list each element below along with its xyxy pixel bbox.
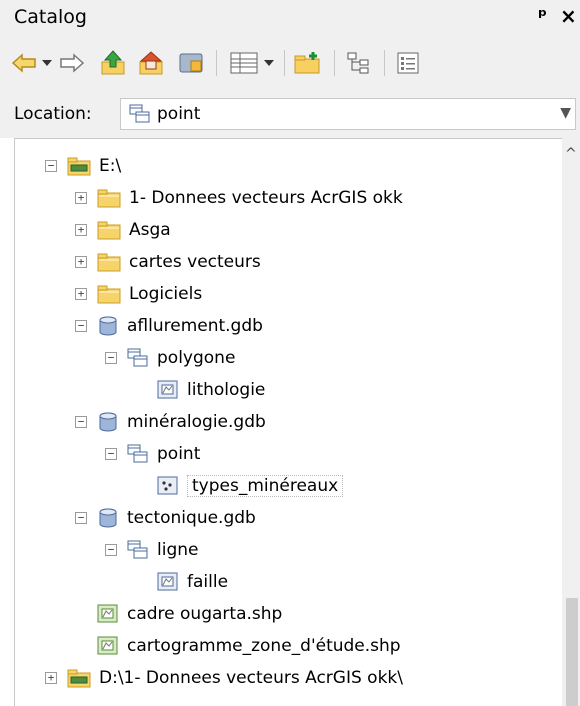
polygon-feature-class-icon: [157, 572, 179, 592]
tree-node[interactable]: types_minéreaux: [157, 471, 344, 501]
scroll-up-icon[interactable]: ^: [565, 146, 577, 162]
tree-node-label: polygone: [157, 348, 236, 368]
tree-node[interactable]: lithologie: [157, 375, 265, 405]
tree-node-label: point: [157, 444, 201, 464]
pin-icon[interactable]: ᵖ: [538, 5, 547, 27]
tree-node-label: E:\: [99, 156, 122, 176]
collapse-icon[interactable]: −: [105, 352, 117, 364]
tree-node[interactable]: − polygone: [105, 343, 235, 373]
tree-node-label: Logiciels: [129, 284, 203, 304]
catalog-toolbar: [0, 36, 580, 90]
tree-node-label: 1- Donnees vecteurs AcrGIS okk: [129, 188, 403, 208]
toolbar-separator: [384, 50, 385, 76]
point-feature-class-icon: [157, 476, 179, 496]
collapse-icon[interactable]: −: [75, 416, 87, 428]
folder-icon: [97, 284, 121, 304]
tree-node[interactable]: + Asga: [75, 215, 171, 245]
toolbar-separator: [284, 50, 285, 76]
folder-drive-icon: [67, 156, 91, 176]
polygon-feature-class-icon: [157, 380, 179, 400]
folder-icon: [97, 220, 121, 240]
tree-options-icon[interactable]: [344, 49, 374, 77]
tree-node[interactable]: − point: [105, 439, 200, 469]
close-icon[interactable]: ×: [560, 4, 577, 28]
tree-node-label: cadre ougarta.shp: [127, 604, 283, 624]
collapse-icon[interactable]: −: [105, 544, 117, 556]
expand-icon[interactable]: +: [45, 672, 57, 684]
tree-node[interactable]: + D:\1- Donnees vecteurs AcrGIS okk\: [45, 663, 403, 693]
tree-node[interactable]: − E:\: [45, 151, 121, 181]
folder-icon: [97, 188, 121, 208]
tree-node-label: D:\1- Donnees vecteurs AcrGIS okk\: [99, 668, 403, 688]
vertical-scrollbar[interactable]: ^: [562, 138, 580, 706]
feature-dataset-icon: [127, 540, 149, 560]
tree-node-label: faille: [187, 572, 229, 592]
tree-node-label: tectonique.gdb: [127, 508, 256, 528]
catalog-tree: − E:\ +1- Donnees vecteurs AcrGIS okk + Asga…: [14, 138, 580, 706]
list-options-icon[interactable]: [394, 49, 422, 77]
scrollbar-thumb[interactable]: [566, 598, 578, 706]
tree-node[interactable]: faille: [157, 567, 228, 597]
tree-node-label: ligne: [157, 540, 199, 560]
tree-node-label: afllurement.gdb: [127, 316, 263, 336]
location-label: Location:: [14, 104, 92, 124]
geodatabase-icon: [97, 315, 119, 337]
folder-drive-icon: [67, 668, 91, 688]
up-one-level-icon[interactable]: [98, 49, 128, 77]
toolbar-separator: [216, 50, 217, 76]
tree-node-label: cartogramme_zone_d'étude.shp: [127, 636, 401, 656]
tree-node[interactable]: + cartes vecteurs: [75, 247, 261, 277]
collapse-icon[interactable]: −: [75, 512, 87, 524]
tree-node[interactable]: − ligne: [105, 535, 198, 565]
expand-icon[interactable]: +: [75, 256, 87, 268]
folder-icon: [97, 252, 121, 272]
feature-dataset-icon: [127, 348, 149, 368]
window-title: Catalog: [14, 6, 87, 28]
home-folder-icon[interactable]: [136, 49, 166, 77]
location-value: point: [157, 104, 201, 124]
forward-arrow-icon[interactable]: [58, 49, 86, 77]
tree-node[interactable]: − afllurement.gdb: [75, 311, 263, 341]
expand-icon[interactable]: +: [75, 224, 87, 236]
collapse-icon[interactable]: −: [75, 320, 87, 332]
views-dropdown-icon[interactable]: [262, 49, 276, 77]
geodatabase-icon: [97, 507, 119, 529]
tree-node-label: minéralogie.gdb: [127, 412, 266, 432]
catalog-title-bar: Catalog ᵖ ×: [0, 0, 580, 36]
tree-node[interactable]: + Logiciels: [75, 279, 202, 309]
connect-folder-icon[interactable]: [292, 49, 324, 77]
expand-icon[interactable]: +: [75, 288, 87, 300]
feature-dataset-icon: [127, 444, 149, 464]
shapefile-polygon-icon: [97, 604, 119, 624]
tree-node[interactable]: cartogramme_zone_d'étude.shp: [97, 631, 401, 661]
back-arrow-icon[interactable]: [10, 49, 38, 77]
geodatabase-icon: [97, 411, 119, 433]
shapefile-polygon-icon: [97, 636, 119, 656]
location-bar: Location: point ▼: [0, 90, 580, 138]
back-dropdown-icon[interactable]: [40, 49, 54, 77]
tree-node-label: cartes vecteurs: [129, 252, 261, 272]
views-icon[interactable]: [228, 49, 260, 77]
tree-node[interactable]: +1- Donnees vecteurs AcrGIS okk: [75, 183, 403, 213]
expand-icon[interactable]: +: [75, 192, 87, 204]
feature-dataset-icon: [129, 104, 151, 128]
tree-node-label: lithologie: [187, 380, 266, 400]
tree-node[interactable]: − tectonique.gdb: [75, 503, 256, 533]
toggle-contents-panel-icon[interactable]: [176, 49, 206, 77]
collapse-icon[interactable]: −: [45, 160, 57, 172]
tree-node-label: types_minéreaux: [187, 475, 344, 497]
toolbar-separator: [334, 50, 335, 76]
tree-node[interactable]: − minéralogie.gdb: [75, 407, 266, 437]
chevron-down-icon[interactable]: ▼: [560, 105, 571, 121]
tree-node[interactable]: cadre ougarta.shp: [97, 599, 282, 629]
location-combobox[interactable]: point ▼: [120, 98, 576, 130]
tree-node-label: Asga: [129, 220, 171, 240]
collapse-icon[interactable]: −: [105, 448, 117, 460]
